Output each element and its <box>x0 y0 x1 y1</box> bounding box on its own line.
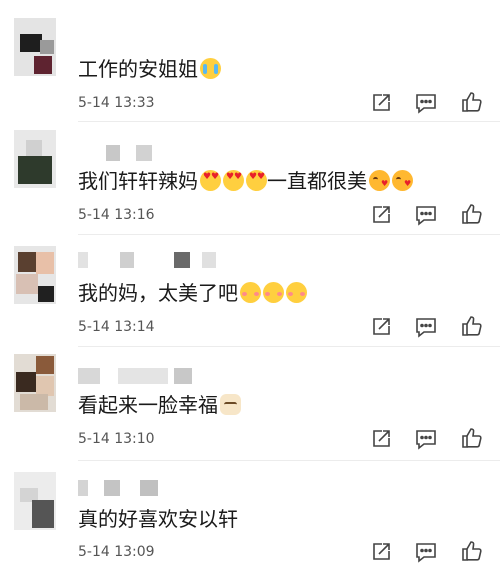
like-icon[interactable] <box>460 202 484 226</box>
divider <box>78 346 500 347</box>
comment-timestamp: 5-14 13:16 <box>78 207 155 223</box>
username-redacted <box>78 368 198 384</box>
comment-text: 我的妈，太美了吧 <box>78 280 307 306</box>
like-icon[interactable] <box>460 314 484 338</box>
like-icon[interactable] <box>460 539 484 563</box>
username-redacted <box>78 480 168 496</box>
reply-icon[interactable] <box>414 315 438 339</box>
blowing-kiss-emoji-icon <box>263 282 284 303</box>
comment-text: 真的好喜欢安以轩 <box>78 506 238 532</box>
heart-eyes-emoji-icon <box>223 170 244 191</box>
crying-emoji-icon <box>200 58 221 79</box>
kiss-emoji-icon <box>392 170 413 191</box>
comment-text-body: 一直都很美 <box>267 169 367 193</box>
heart-eyes-emoji-icon <box>200 170 221 191</box>
avatar[interactable] <box>14 18 56 76</box>
avatar[interactable] <box>14 354 56 412</box>
username-redacted <box>78 145 158 161</box>
username-redacted <box>78 252 218 268</box>
share-icon[interactable] <box>369 427 393 451</box>
heart-eyes-emoji-icon <box>246 170 267 191</box>
comment-text-body: 真的好喜欢安以轩 <box>78 507 238 531</box>
avatar[interactable] <box>14 472 56 530</box>
comment-text-body: 我们轩轩辣妈 <box>78 169 198 193</box>
kiss-emoji-icon <box>369 170 390 191</box>
comment-text: 工作的安姐姐 <box>78 56 221 82</box>
blowing-kiss-emoji-icon <box>286 282 307 303</box>
divider <box>78 460 500 461</box>
avatar[interactable] <box>14 246 56 304</box>
blowing-kiss-emoji-icon <box>240 282 261 303</box>
like-icon[interactable] <box>460 90 484 114</box>
reply-icon[interactable] <box>414 203 438 227</box>
share-icon[interactable] <box>369 315 393 339</box>
comment-timestamp: 5-14 13:09 <box>78 544 155 560</box>
comment-timestamp: 5-14 13:10 <box>78 431 155 447</box>
reply-icon[interactable] <box>414 540 438 563</box>
comment-text-body: 看起来一脸幸福 <box>78 393 218 417</box>
comment-text-body: 工作的安姐姐 <box>78 57 198 81</box>
comment-text: 我们轩轩辣妈 一直都很美 <box>78 168 413 194</box>
reply-icon[interactable] <box>414 427 438 451</box>
share-icon[interactable] <box>369 540 393 563</box>
divider <box>78 234 500 235</box>
comment-timestamp: 5-14 13:14 <box>78 319 155 335</box>
comment-timestamp: 5-14 13:33 <box>78 95 155 111</box>
comment-text: 看起来一脸幸福 <box>78 392 241 418</box>
comment-text-body: 我的妈，太美了吧 <box>78 281 238 305</box>
share-icon[interactable] <box>369 91 393 115</box>
reply-icon[interactable] <box>414 91 438 115</box>
share-icon[interactable] <box>369 203 393 227</box>
avatar[interactable] <box>14 130 56 188</box>
divider <box>78 121 500 122</box>
cat-emoji-icon <box>220 394 241 415</box>
like-icon[interactable] <box>460 426 484 450</box>
